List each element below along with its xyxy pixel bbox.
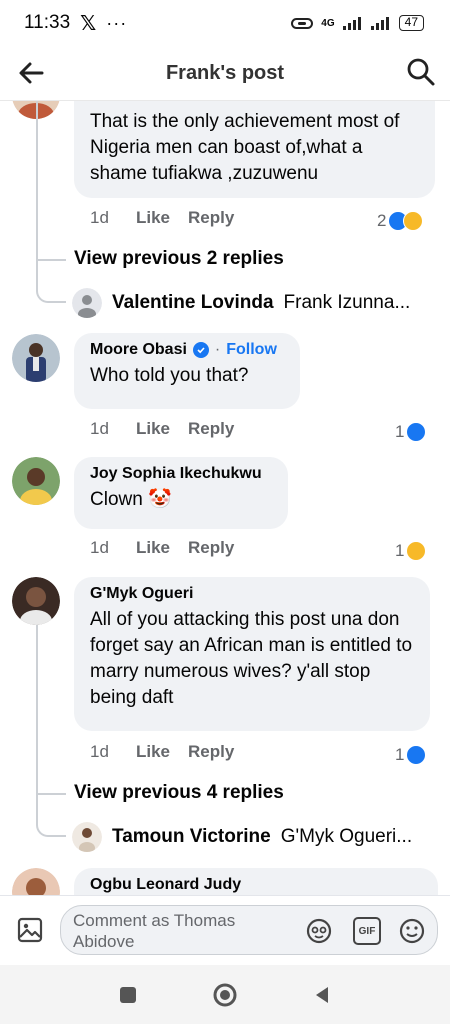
recent-apps-button[interactable] <box>114 981 142 1009</box>
reply-button[interactable]: Reply <box>188 742 234 762</box>
comment-author-row: Joy Sophia Ikechukwu <box>90 465 272 483</box>
view-previous-replies[interactable]: View previous 2 replies <box>74 248 284 270</box>
emoji-icon[interactable] <box>398 917 426 945</box>
page-title: Frank's post <box>165 61 285 84</box>
comments-feed[interactable]: That is the only achievement most of Nig… <box>0 101 450 895</box>
like-button[interactable]: Like <box>136 538 188 558</box>
search-icon[interactable] <box>406 57 436 87</box>
photo-icon[interactable] <box>16 916 44 944</box>
post-header: Frank's post <box>0 46 450 100</box>
like-icon <box>406 745 427 765</box>
reply-button[interactable]: Reply <box>188 208 234 228</box>
reply-author: Valentine Lovinda <box>112 292 274 313</box>
view-previous-replies[interactable]: View previous 4 replies <box>74 782 284 804</box>
comment-input[interactable]: Comment as Thomas Abidove GIF <box>60 905 438 955</box>
reaction-summary[interactable]: 1 <box>395 541 427 561</box>
verified-badge-icon <box>192 342 209 358</box>
like-button[interactable]: Like <box>136 742 188 762</box>
reply-button[interactable]: Reply <box>188 419 234 439</box>
comment-actions: 1d Like Reply <box>90 208 234 228</box>
comment-text: Who told you that? <box>90 365 249 386</box>
reply-preview[interactable]: Valentine Lovinda Frank Izunna... <box>72 288 410 318</box>
like-button[interactable]: Like <box>136 419 188 439</box>
comment-placeholder: Comment as Thomas Abidove <box>73 911 236 951</box>
comment-author-row: Ogbu Leonard Judy <box>90 876 422 894</box>
comment-time: 1d <box>90 208 109 227</box>
comment-time: 1d <box>90 538 109 557</box>
reaction-summary[interactable]: 1 <box>395 422 427 442</box>
like-button[interactable]: Like <box>136 208 188 228</box>
comment-actions: 1d Like Reply <box>90 419 234 439</box>
gif-icon[interactable]: GIF <box>353 917 381 945</box>
avatar[interactable] <box>12 334 60 382</box>
thread-line <box>36 625 38 795</box>
network-type: 4G <box>321 17 335 29</box>
comment-author-row: Moore Obasi · Follow <box>90 341 284 359</box>
reaction-count: 1 <box>395 745 405 764</box>
avatar-sticker-icon[interactable] <box>305 917 333 945</box>
reply-button[interactable]: Reply <box>188 538 234 558</box>
reaction-summary[interactable]: 2 <box>377 211 424 231</box>
reply-author: Tamoun Victorine <box>112 826 271 847</box>
like-icon <box>406 422 427 442</box>
reaction-count: 1 <box>395 541 405 560</box>
status-time: 11:33 <box>24 12 71 33</box>
reply-snippet: G'Myk Ogueri... <box>280 826 413 847</box>
comment-author[interactable]: Ogbu Leonard Judy <box>90 876 241 894</box>
status-bar: 11:33 𝕏 ··· 4G 47 <box>0 0 450 46</box>
status-right: 4G 47 <box>291 15 424 31</box>
avatar[interactable] <box>12 577 60 625</box>
hotspot-icon <box>291 18 314 29</box>
home-button[interactable] <box>211 981 239 1009</box>
comment-bubble[interactable]: Joy Sophia Ikechukwu Clown 🤡 <box>74 457 288 529</box>
haha-icon <box>403 211 424 231</box>
comment-actions: 1d Like Reply <box>90 538 234 558</box>
comment-author[interactable]: Moore Obasi <box>90 341 187 359</box>
x-app-icon: 𝕏 <box>80 12 97 35</box>
thread-curve <box>36 795 66 837</box>
comment-text: Clown 🤡 <box>90 489 172 510</box>
signal-icon <box>342 17 361 30</box>
avatar <box>72 822 102 852</box>
circle-icon <box>213 983 237 1006</box>
comment-time: 1d <box>90 742 109 761</box>
avatar[interactable] <box>12 457 60 505</box>
comment-bubble[interactable]: G'Myk Ogueri All of you attacking this p… <box>74 577 430 731</box>
avatar[interactable] <box>12 868 60 895</box>
comment-bubble[interactable]: That is the only achievement most of Nig… <box>74 101 435 198</box>
status-left: 11:33 𝕏 ··· <box>24 11 127 36</box>
system-nav-bar <box>0 965 450 1024</box>
follow-button[interactable]: Follow <box>226 341 277 359</box>
thread-line <box>36 101 38 261</box>
comment-actions: 1d Like Reply <box>90 742 234 762</box>
reply-snippet: Frank Izunna... <box>283 292 411 313</box>
comment-composer: Comment as Thomas Abidove GIF <box>0 895 450 965</box>
more-notifications-icon: ··· <box>106 12 128 33</box>
avatar <box>72 288 102 318</box>
thread-curve <box>36 261 66 303</box>
comment-time: 1d <box>90 419 109 438</box>
signal-icon-2 <box>370 17 389 30</box>
reaction-count: 1 <box>395 422 405 441</box>
battery-indicator: 47 <box>398 15 424 31</box>
reaction-summary[interactable]: 1 <box>395 745 427 765</box>
haha-icon <box>406 541 427 561</box>
comment-author[interactable]: G'Myk Ogueri <box>90 585 193 603</box>
comment-bubble[interactable]: Ogbu Leonard Judy <box>74 868 438 895</box>
reaction-count: 2 <box>377 211 387 230</box>
back-button[interactable] <box>308 981 336 1009</box>
separator: · <box>214 341 221 358</box>
reply-preview[interactable]: Tamoun Victorine G'Myk Ogueri... <box>72 822 412 852</box>
comment-bubble[interactable]: Moore Obasi · Follow Who told you that? <box>74 333 300 409</box>
triangle-back-icon <box>315 986 328 1003</box>
comment-author[interactable]: Joy Sophia Ikechukwu <box>90 465 262 483</box>
square-icon <box>120 986 137 1003</box>
back-arrow-icon[interactable] <box>16 58 46 88</box>
comment-text: That is the only achievement most of Nig… <box>90 111 400 184</box>
comment-author-row: G'Myk Ogueri <box>90 585 414 603</box>
comment-text: All of you attacking this post una don f… <box>90 609 413 708</box>
